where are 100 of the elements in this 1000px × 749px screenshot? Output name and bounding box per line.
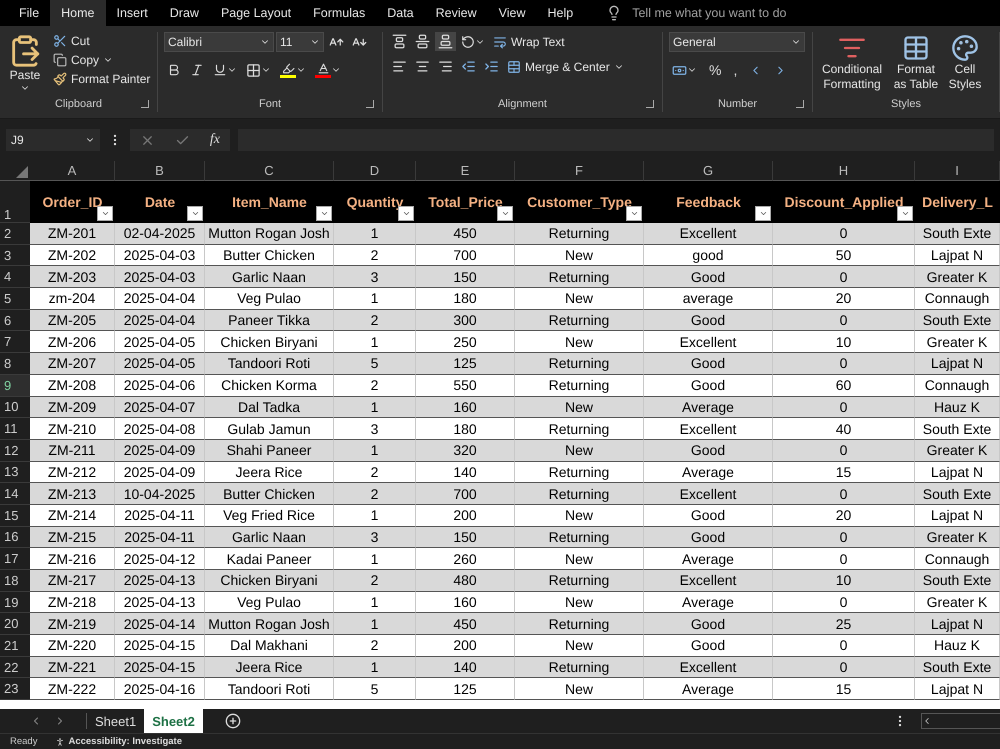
row-header[interactable]: 12 (0, 440, 30, 462)
table-cell: New (515, 678, 644, 700)
group-label: Clipboard (54, 98, 102, 112)
name-box[interactable]: J9 (6, 129, 100, 151)
table-cell: 2 (334, 374, 416, 396)
sheet-tab[interactable]: Sheet2 (144, 709, 203, 733)
menu-tab[interactable]: Formulas (302, 0, 376, 26)
table-cell: 40 (773, 418, 915, 440)
table-cell: 60 (773, 374, 915, 396)
row-header[interactable]: 6 (0, 310, 30, 332)
styles-button[interactable]: Cell Styles (947, 32, 983, 98)
table-cell: Returning (515, 310, 644, 332)
wrap-text-button[interactable]: Wrap Text (490, 32, 568, 50)
format-painter-button[interactable]: Format Painter (50, 70, 154, 88)
column-header[interactable]: F (515, 161, 644, 181)
filter-button[interactable] (187, 206, 203, 221)
paste-button[interactable]: Paste (6, 32, 44, 98)
merge-center-button[interactable]: Merge & Center (504, 58, 627, 76)
row-header[interactable]: 1 (0, 181, 30, 223)
column-header[interactable]: E (416, 161, 515, 181)
column-header[interactable]: B (115, 161, 205, 181)
row-header[interactable]: 10 (0, 396, 30, 418)
row-header[interactable]: 9 (0, 374, 30, 396)
insert-function-button[interactable]: fx (210, 132, 220, 148)
filter-button[interactable] (316, 206, 332, 221)
align-left-icon (392, 59, 407, 74)
table-cell: ZM-222 (30, 678, 115, 700)
font-size-dropdown[interactable]: 11 (276, 32, 324, 52)
row-header[interactable]: 5 (0, 288, 30, 310)
column-title: Date (144, 194, 176, 210)
menu-tab[interactable]: Review (424, 0, 488, 26)
row-header[interactable]: 16 (0, 526, 30, 548)
row-header[interactable]: 18 (0, 570, 30, 592)
table-cell: ZM-219 (30, 613, 115, 636)
row-header[interactable]: 4 (0, 266, 30, 288)
menu-tab[interactable]: Page Layout (210, 0, 302, 26)
row-header[interactable]: 19 (0, 592, 30, 614)
menu-tab[interactable]: Help (536, 0, 584, 26)
column-header[interactable]: A (30, 161, 115, 181)
table-cell: 180 (416, 418, 515, 440)
column-header[interactable]: G (644, 161, 773, 181)
bottom-align-button[interactable] (435, 32, 456, 51)
column-header[interactable]: I (915, 161, 1000, 181)
italic-icon (190, 63, 204, 77)
table-cell: Good (644, 526, 773, 548)
table-cell: 160 (416, 396, 515, 418)
styles-button[interactable]: Conditional Formatting (819, 32, 885, 98)
table-cell: South Exte (915, 310, 1000, 332)
column-header[interactable]: D (334, 161, 416, 181)
table-cell: ZM-203 (30, 266, 115, 288)
row-header[interactable]: 14 (0, 483, 30, 505)
font-family-dropdown[interactable]: Calibri (164, 32, 274, 52)
table-cell: 20 (773, 288, 915, 310)
table-cell: Average (644, 462, 773, 484)
filter-button[interactable] (755, 206, 771, 221)
palette-icon (951, 34, 979, 62)
menu-tab[interactable]: Data (376, 0, 425, 26)
row-header[interactable]: 20 (0, 613, 30, 636)
menu-tab[interactable]: Insert (106, 0, 159, 26)
menu-tab[interactable]: File (8, 0, 50, 26)
accessibility-button[interactable]: Accessibility: Investigate (55, 736, 182, 747)
row-header[interactable]: 15 (0, 504, 30, 527)
table-cell: 5 (334, 353, 416, 375)
search-field[interactable]: Tell me what you want to do (630, 5, 854, 21)
select-all-icon[interactable] (16, 166, 28, 178)
menu-tab[interactable]: View (488, 0, 537, 26)
row-header[interactable]: 7 (0, 331, 30, 354)
table-cell: Excellent (644, 331, 773, 354)
cut-button[interactable]: Cut (50, 32, 154, 50)
table-cell: South Exte (915, 223, 1000, 245)
launcher-icon[interactable] (646, 100, 654, 108)
menu-tab[interactable]: Draw (158, 0, 210, 26)
row-header[interactable]: 2 (0, 223, 30, 245)
horizontal-scrollbar[interactable] (921, 713, 1000, 729)
table-cell: Returning (515, 223, 644, 245)
row-header[interactable]: 21 (0, 635, 30, 657)
percent-button[interactable]: % (706, 60, 724, 80)
sheet-tab[interactable]: Sheet1 (87, 709, 144, 733)
row-header[interactable]: 22 (0, 656, 30, 678)
group-label: Alignment (498, 98, 547, 112)
caret-icon (630, 209, 638, 218)
column-header[interactable]: H (773, 161, 915, 181)
launcher-icon[interactable] (366, 100, 374, 108)
number-format-dropdown[interactable]: General (669, 32, 805, 52)
styles-button[interactable]: Format as Table (891, 32, 941, 98)
menu-tab[interactable]: Home (50, 0, 106, 26)
launcher-icon[interactable] (796, 100, 804, 108)
comma-button[interactable]: , (730, 60, 740, 80)
row-header[interactable]: 8 (0, 353, 30, 375)
launcher-icon[interactable] (141, 100, 149, 108)
row-header[interactable]: 3 (0, 244, 30, 266)
table-cell: 2025-04-07 (115, 396, 205, 418)
row-header[interactable]: 11 (0, 418, 30, 440)
table-cell: Veg Fried Rice (205, 504, 334, 527)
copy-button[interactable]: Copy (50, 51, 154, 69)
column-header[interactable]: C (205, 161, 334, 181)
row-header[interactable]: 23 (0, 678, 30, 700)
table-cell: South Exte (915, 570, 1000, 592)
row-header[interactable]: 17 (0, 548, 30, 570)
row-header[interactable]: 13 (0, 462, 30, 484)
